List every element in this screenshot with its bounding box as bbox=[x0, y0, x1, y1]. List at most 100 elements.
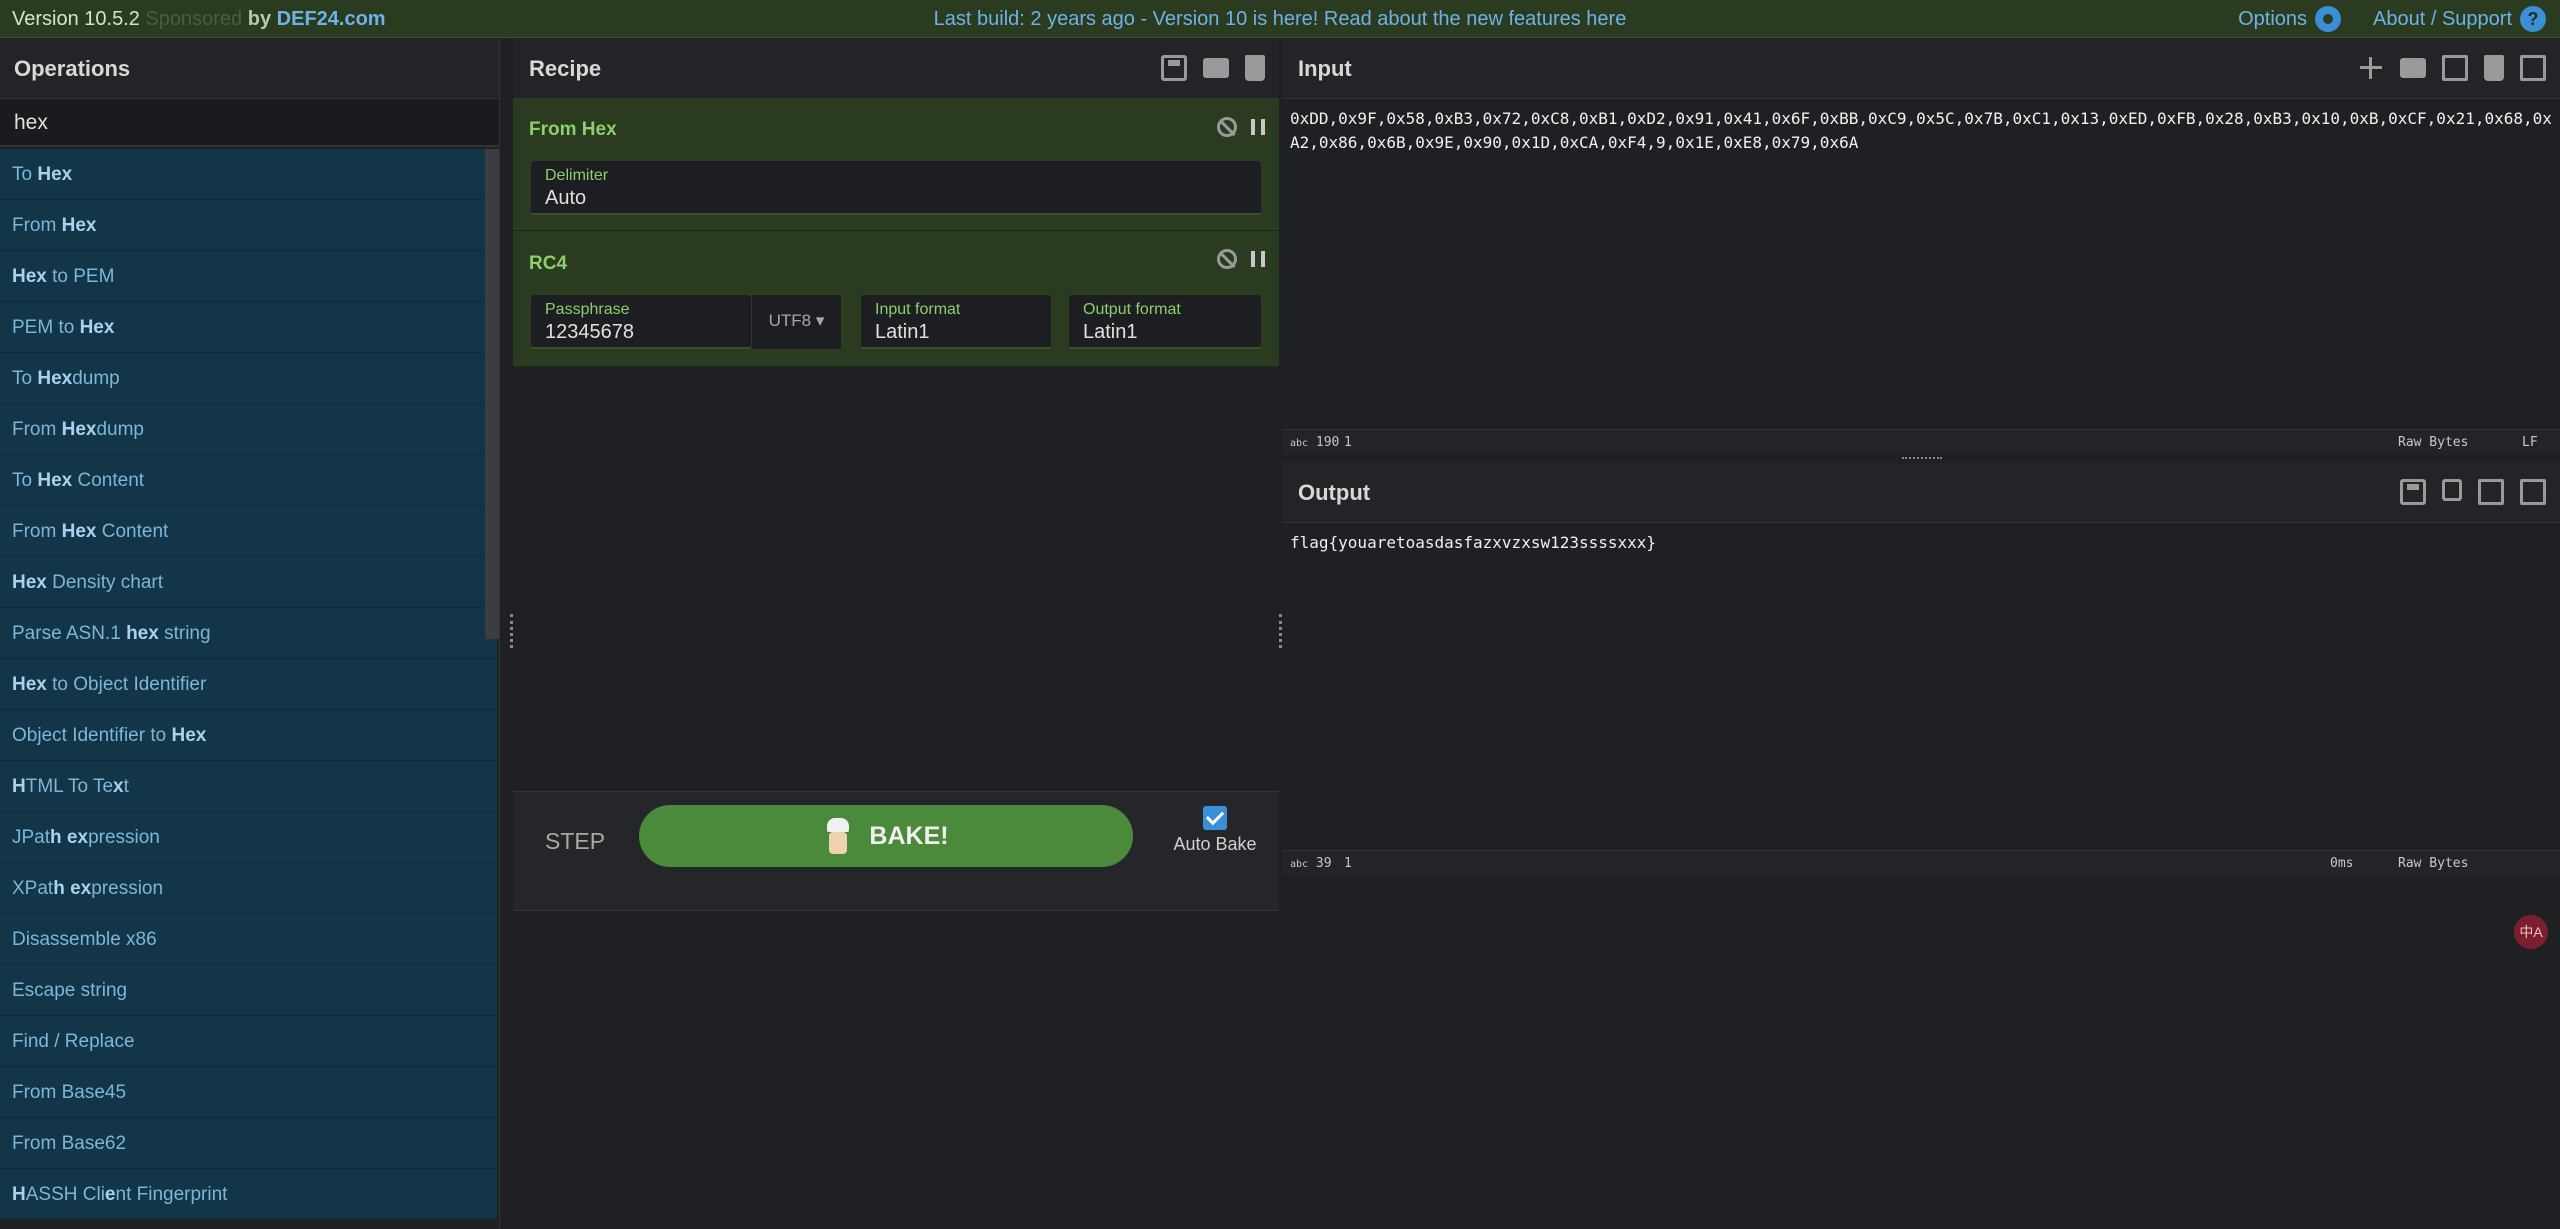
top-banner: Version 10.5.2 Sponsored by DEF24.com La… bbox=[0, 0, 2560, 38]
operation-item[interactable]: From Hex bbox=[0, 200, 497, 251]
banner-right: Options About / Support ? bbox=[2238, 6, 2546, 32]
replace-input-icon[interactable] bbox=[2478, 479, 2504, 505]
operation-label: From Base45 bbox=[12, 1082, 127, 1103]
operation-item[interactable]: To Hexdump bbox=[0, 353, 497, 404]
operation-item[interactable]: Object Identifier to Hex bbox=[0, 710, 497, 761]
delimiter-value[interactable]: Auto bbox=[545, 187, 586, 210]
input-eol[interactable]: LF bbox=[2522, 435, 2538, 450]
operation-item[interactable]: HTML To Text bbox=[0, 761, 497, 812]
step-button[interactable]: STEP bbox=[545, 828, 605, 855]
input-lines: 1 bbox=[1344, 435, 1352, 450]
operation-item[interactable]: Parse ASN.1 hex string bbox=[0, 608, 497, 659]
operation-match-highlight: Hex bbox=[37, 164, 73, 185]
operation-match-highlight: e bbox=[104, 1184, 116, 1205]
reset-layout-icon[interactable] bbox=[2520, 55, 2546, 81]
save-output-icon[interactable] bbox=[2400, 479, 2426, 505]
clear-recipe-icon[interactable] bbox=[1245, 55, 1265, 81]
operation-match-highlight: h bbox=[53, 878, 65, 899]
operation-label: Find / Replace bbox=[12, 1031, 135, 1052]
operation-item[interactable]: Disassemble x86 bbox=[0, 914, 497, 965]
operation-match-highlight: Hex bbox=[61, 521, 97, 542]
breakpoint-icon[interactable] bbox=[1251, 251, 1265, 267]
operation-match-highlight: Hex bbox=[61, 419, 97, 440]
translate-icon[interactable]: 中A bbox=[2514, 915, 2548, 949]
operations-search-input[interactable]: hex bbox=[0, 99, 499, 147]
output-format-field[interactable]: Output format Latin1 bbox=[1069, 295, 1261, 349]
help-icon[interactable]: ? bbox=[2520, 6, 2546, 32]
operation-item[interactable]: HASSH Client Fingerprint bbox=[0, 1169, 497, 1220]
options-link[interactable]: Options bbox=[2238, 8, 2307, 31]
operation-label: XPat bbox=[12, 878, 54, 899]
output-format-label: Output format bbox=[1083, 301, 1181, 318]
about-support-link[interactable]: About / Support bbox=[2373, 8, 2512, 31]
operations-scrollbar[interactable] bbox=[485, 149, 499, 639]
recipe-title: Recipe bbox=[529, 56, 602, 81]
build-notice-text[interactable]: Last build: 2 years ago - Version 10 is … bbox=[934, 8, 1627, 30]
operation-label: JPat bbox=[12, 827, 51, 848]
operation-item[interactable]: From Hex Content bbox=[0, 506, 497, 557]
save-recipe-icon[interactable] bbox=[1161, 55, 1187, 81]
build-notice[interactable]: Last build: 2 years ago - Version 10 is … bbox=[0, 8, 2560, 31]
auto-bake-checkbox[interactable] bbox=[1203, 806, 1227, 830]
operation-label: pression bbox=[88, 827, 160, 848]
output-header: Output bbox=[1282, 463, 2560, 523]
operation-item[interactable]: XPath expression bbox=[0, 863, 497, 914]
output-statusbar: abc 39 1 0ms Raw Bytes bbox=[1282, 850, 2560, 876]
operation-label: To bbox=[12, 164, 38, 185]
operation-item[interactable]: Escape string bbox=[0, 965, 497, 1016]
operation-label: From Base62 bbox=[12, 1133, 127, 1154]
output-raw-bytes[interactable]: Raw Bytes bbox=[2398, 856, 2468, 871]
from-hex-title: From Hex bbox=[529, 119, 617, 140]
open-file-icon[interactable] bbox=[2400, 58, 2426, 78]
operation-item[interactable]: Hex Density chart bbox=[0, 557, 497, 608]
operation-match-highlight: Hex bbox=[37, 368, 73, 389]
bake-button[interactable]: BAKE! bbox=[639, 805, 1133, 867]
input-textarea[interactable]: 0xDD,0x9F,0x58,0xB3,0x72,0xC8,0xB1,0xD2,… bbox=[1282, 99, 2560, 463]
disable-op-icon[interactable] bbox=[1217, 249, 1237, 269]
operations-list: To Hex From Hex Hex to PEM PEM to Hex To Hex… bbox=[0, 149, 497, 1220]
operation-item[interactable]: Hex to PEM bbox=[0, 251, 497, 302]
delimiter-field[interactable]: Delimiter Auto bbox=[531, 161, 1261, 215]
operation-item[interactable]: To Hex bbox=[0, 149, 497, 200]
open-folder-icon[interactable] bbox=[2442, 55, 2468, 81]
passphrase-value[interactable]: 12345678 bbox=[545, 321, 634, 344]
recipe-panel: Recipe From Hex Delimiter Auto RC4 Passp… bbox=[513, 39, 1279, 1229]
operation-label: dump bbox=[96, 419, 144, 440]
auto-bake-toggle[interactable]: Auto Bake bbox=[1165, 806, 1265, 855]
output-textarea[interactable]: flag{youaretoasdasfazxvzxsw123ssssxxx} bbox=[1282, 523, 2560, 853]
operation-item[interactable]: To Hex Content bbox=[0, 455, 497, 506]
input-raw-bytes[interactable]: Raw Bytes bbox=[2398, 435, 2468, 450]
breakpoint-icon[interactable] bbox=[1251, 119, 1265, 135]
copy-output-icon[interactable] bbox=[2442, 479, 2462, 501]
operation-label: string bbox=[158, 623, 211, 644]
operation-item[interactable]: From Hexdump bbox=[0, 404, 497, 455]
recipe-header: Recipe bbox=[513, 39, 1279, 99]
input-format-value[interactable]: Latin1 bbox=[875, 321, 930, 344]
input-format-label: Input format bbox=[875, 301, 961, 318]
output-format-value[interactable]: Latin1 bbox=[1083, 321, 1138, 344]
passphrase-field[interactable]: Passphrase 12345678 bbox=[531, 295, 751, 349]
disable-op-icon[interactable] bbox=[1217, 117, 1237, 137]
load-recipe-icon[interactable] bbox=[1203, 58, 1229, 78]
operation-item[interactable]: Find / Replace bbox=[0, 1016, 497, 1067]
output-time: 0ms bbox=[2330, 856, 2354, 871]
passphrase-encoding-dropdown[interactable]: UTF8 ▾ bbox=[751, 295, 841, 349]
operation-item[interactable]: JPath expression bbox=[0, 812, 497, 863]
input-format-field[interactable]: Input format Latin1 bbox=[861, 295, 1051, 349]
operation-label: From bbox=[12, 419, 62, 440]
gear-icon[interactable] bbox=[2315, 6, 2342, 32]
operation-item[interactable]: From Base45 bbox=[0, 1067, 497, 1118]
maximize-output-icon[interactable] bbox=[2520, 479, 2546, 505]
passphrase-label: Passphrase bbox=[545, 301, 630, 318]
io-resize-handle[interactable] bbox=[1902, 457, 1942, 461]
clear-input-icon[interactable] bbox=[2484, 55, 2504, 81]
operation-label: PEM to bbox=[12, 317, 80, 338]
add-tab-icon[interactable] bbox=[2358, 55, 2384, 81]
ops-recipe-resize-handle[interactable] bbox=[510, 614, 513, 648]
operation-label: To bbox=[12, 368, 38, 389]
operation-item[interactable]: From Base62 bbox=[0, 1118, 497, 1169]
bake-label: BAKE! bbox=[869, 821, 949, 850]
operation-item[interactable]: Hex to Object Identifier bbox=[0, 659, 497, 710]
operation-match-highlight: Hex bbox=[12, 266, 47, 287]
operation-item[interactable]: PEM to Hex bbox=[0, 302, 497, 353]
